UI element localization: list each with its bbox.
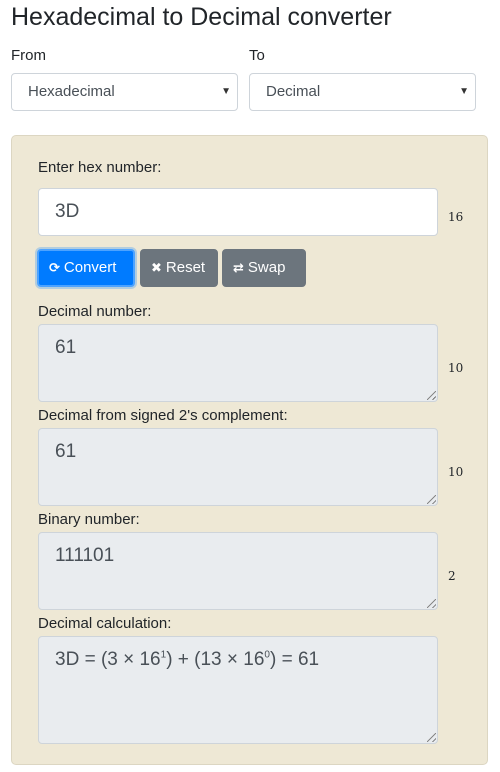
from-select[interactable]: Hexadecimal ▼ [11, 73, 238, 111]
decimal-output[interactable]: 61 [38, 324, 438, 402]
binary-base: 2 [448, 569, 456, 583]
from-select-value: Hexadecimal [28, 83, 115, 100]
decimal-base: 10 [448, 361, 464, 375]
converter-panel: Enter hex number: 3D 16 ⟳ Convert ✖ Rese… [11, 135, 488, 765]
calculation-output[interactable]: 3D = (3 × 161) + (13 × 160) = 61 [38, 636, 438, 744]
resize-handle-icon[interactable] [427, 733, 436, 742]
binary-value: 111101 [55, 545, 115, 566]
reset-button[interactable]: ✖ Reset [140, 249, 218, 287]
resize-handle-icon[interactable] [427, 391, 436, 400]
swap-label: Swap [247, 259, 286, 276]
x-icon: ✖ [151, 260, 162, 275]
hex-input[interactable]: 3D [38, 188, 438, 236]
calculation-text: 3D = (3 × 161) + (13 × 160) = 61 [55, 649, 320, 670]
from-label: From [11, 47, 46, 64]
calculation-label: Decimal calculation: [38, 615, 172, 632]
input-base: 16 [448, 210, 464, 224]
signed-base: 10 [448, 465, 464, 479]
signed-value: 61 [55, 441, 77, 462]
signed-label: Decimal from signed 2's complement: [38, 407, 288, 424]
to-select-value: Decimal [266, 83, 321, 100]
convert-label: Convert [63, 259, 117, 276]
caret-down-icon: ▼ [459, 86, 469, 97]
decimal-value: 61 [55, 337, 77, 358]
to-select[interactable]: Decimal ▼ [249, 73, 476, 111]
reset-label: Reset [165, 259, 206, 276]
hex-input-label: Enter hex number: [38, 159, 162, 176]
resize-handle-icon[interactable] [427, 599, 436, 608]
convert-button[interactable]: ⟳ Convert [37, 249, 135, 287]
caret-down-icon: ▼ [221, 86, 231, 97]
resize-handle-icon[interactable] [427, 495, 436, 504]
signed-output[interactable]: 61 [38, 428, 438, 506]
swap-button[interactable]: ⇄ Swap [222, 249, 306, 287]
swap-icon: ⇄ [233, 260, 244, 275]
binary-output[interactable]: 111101 [38, 532, 438, 610]
to-label: To [249, 47, 265, 64]
refresh-icon: ⟳ [49, 260, 60, 275]
page-title: Hexadecimal to Decimal converter [11, 3, 392, 31]
decimal-label: Decimal number: [38, 303, 152, 320]
binary-label: Binary number: [38, 511, 140, 528]
